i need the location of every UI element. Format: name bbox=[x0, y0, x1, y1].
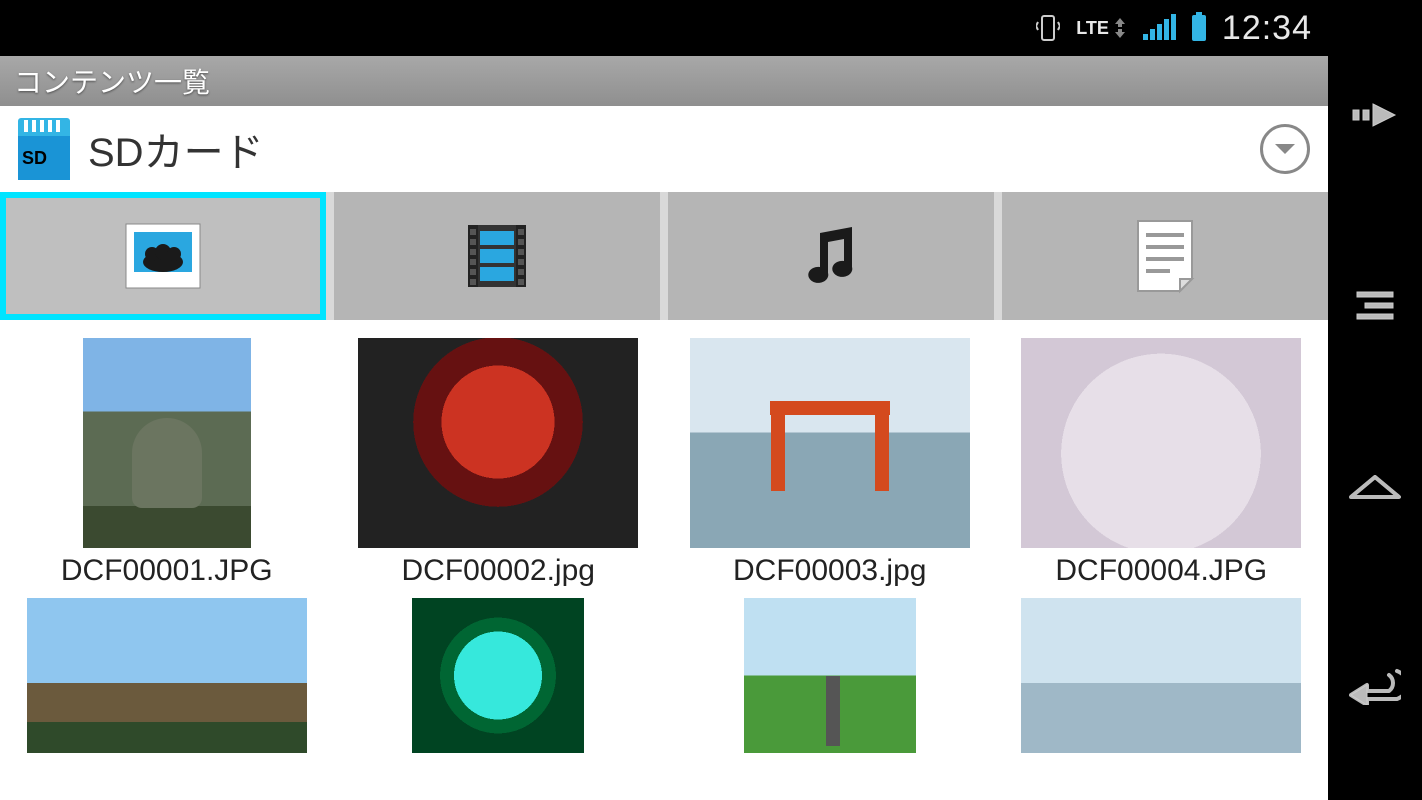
menu-icon bbox=[1353, 288, 1397, 322]
thumbnail bbox=[690, 338, 970, 548]
battery-icon bbox=[1192, 15, 1206, 41]
file-name: DCF00003.jpg bbox=[733, 554, 926, 588]
back-icon bbox=[1349, 665, 1401, 705]
file-item[interactable] bbox=[14, 598, 320, 753]
back-button[interactable] bbox=[1345, 655, 1405, 715]
network-icon: LTE bbox=[1076, 18, 1127, 38]
vibrate-icon bbox=[1036, 14, 1060, 42]
recent-apps-icon bbox=[1351, 98, 1399, 132]
file-name: DCF00002.jpg bbox=[402, 554, 595, 588]
tab-docs[interactable] bbox=[1002, 192, 1328, 320]
sd-card-icon: SD bbox=[18, 118, 70, 180]
clock: 12:34 bbox=[1222, 9, 1312, 48]
category-tabs bbox=[0, 192, 1328, 320]
page-title: コンテンツ一覧 bbox=[14, 61, 210, 101]
music-icon bbox=[791, 216, 871, 296]
file-item[interactable] bbox=[346, 598, 652, 753]
file-item[interactable] bbox=[677, 598, 983, 753]
recent-apps-button[interactable] bbox=[1345, 85, 1405, 145]
file-item[interactable]: DCF00001.JPG bbox=[14, 338, 320, 588]
file-item[interactable] bbox=[1009, 598, 1315, 753]
home-icon bbox=[1349, 475, 1401, 515]
file-name: DCF00001.JPG bbox=[61, 554, 273, 588]
home-button[interactable] bbox=[1345, 465, 1405, 525]
thumbnail bbox=[744, 598, 916, 753]
system-nav-bar bbox=[1328, 0, 1422, 800]
file-name: DCF00004.JPG bbox=[1055, 554, 1267, 588]
thumbnail bbox=[1021, 338, 1301, 548]
thumbnail bbox=[83, 338, 251, 548]
status-bar: LTE 12:34 bbox=[0, 0, 1328, 56]
title-bar: コンテンツ一覧 bbox=[0, 56, 1328, 106]
location-bar: SD SDカード bbox=[0, 106, 1328, 192]
thumbnail bbox=[358, 338, 638, 548]
document-icon bbox=[1125, 216, 1205, 296]
thumbnail bbox=[412, 598, 584, 753]
file-item[interactable]: DCF00004.JPG bbox=[1009, 338, 1315, 588]
video-icon bbox=[457, 216, 537, 296]
file-grid[interactable]: DCF00001.JPG DCF00002.jpg DCF00003.jpg D… bbox=[0, 320, 1328, 800]
file-item[interactable]: DCF00003.jpg bbox=[677, 338, 983, 588]
tab-videos[interactable] bbox=[334, 192, 660, 320]
tab-music[interactable] bbox=[668, 192, 994, 320]
tab-photos[interactable] bbox=[0, 192, 326, 320]
chevron-down-icon bbox=[1272, 136, 1298, 162]
signal-icon bbox=[1143, 16, 1176, 40]
file-item[interactable]: DCF00002.jpg bbox=[346, 338, 652, 588]
thumbnail bbox=[27, 598, 307, 753]
photos-icon bbox=[123, 216, 203, 296]
menu-button[interactable] bbox=[1345, 275, 1405, 335]
location-title: SDカード bbox=[88, 120, 1242, 178]
dropdown-button[interactable] bbox=[1260, 124, 1310, 174]
thumbnail bbox=[1021, 598, 1301, 753]
